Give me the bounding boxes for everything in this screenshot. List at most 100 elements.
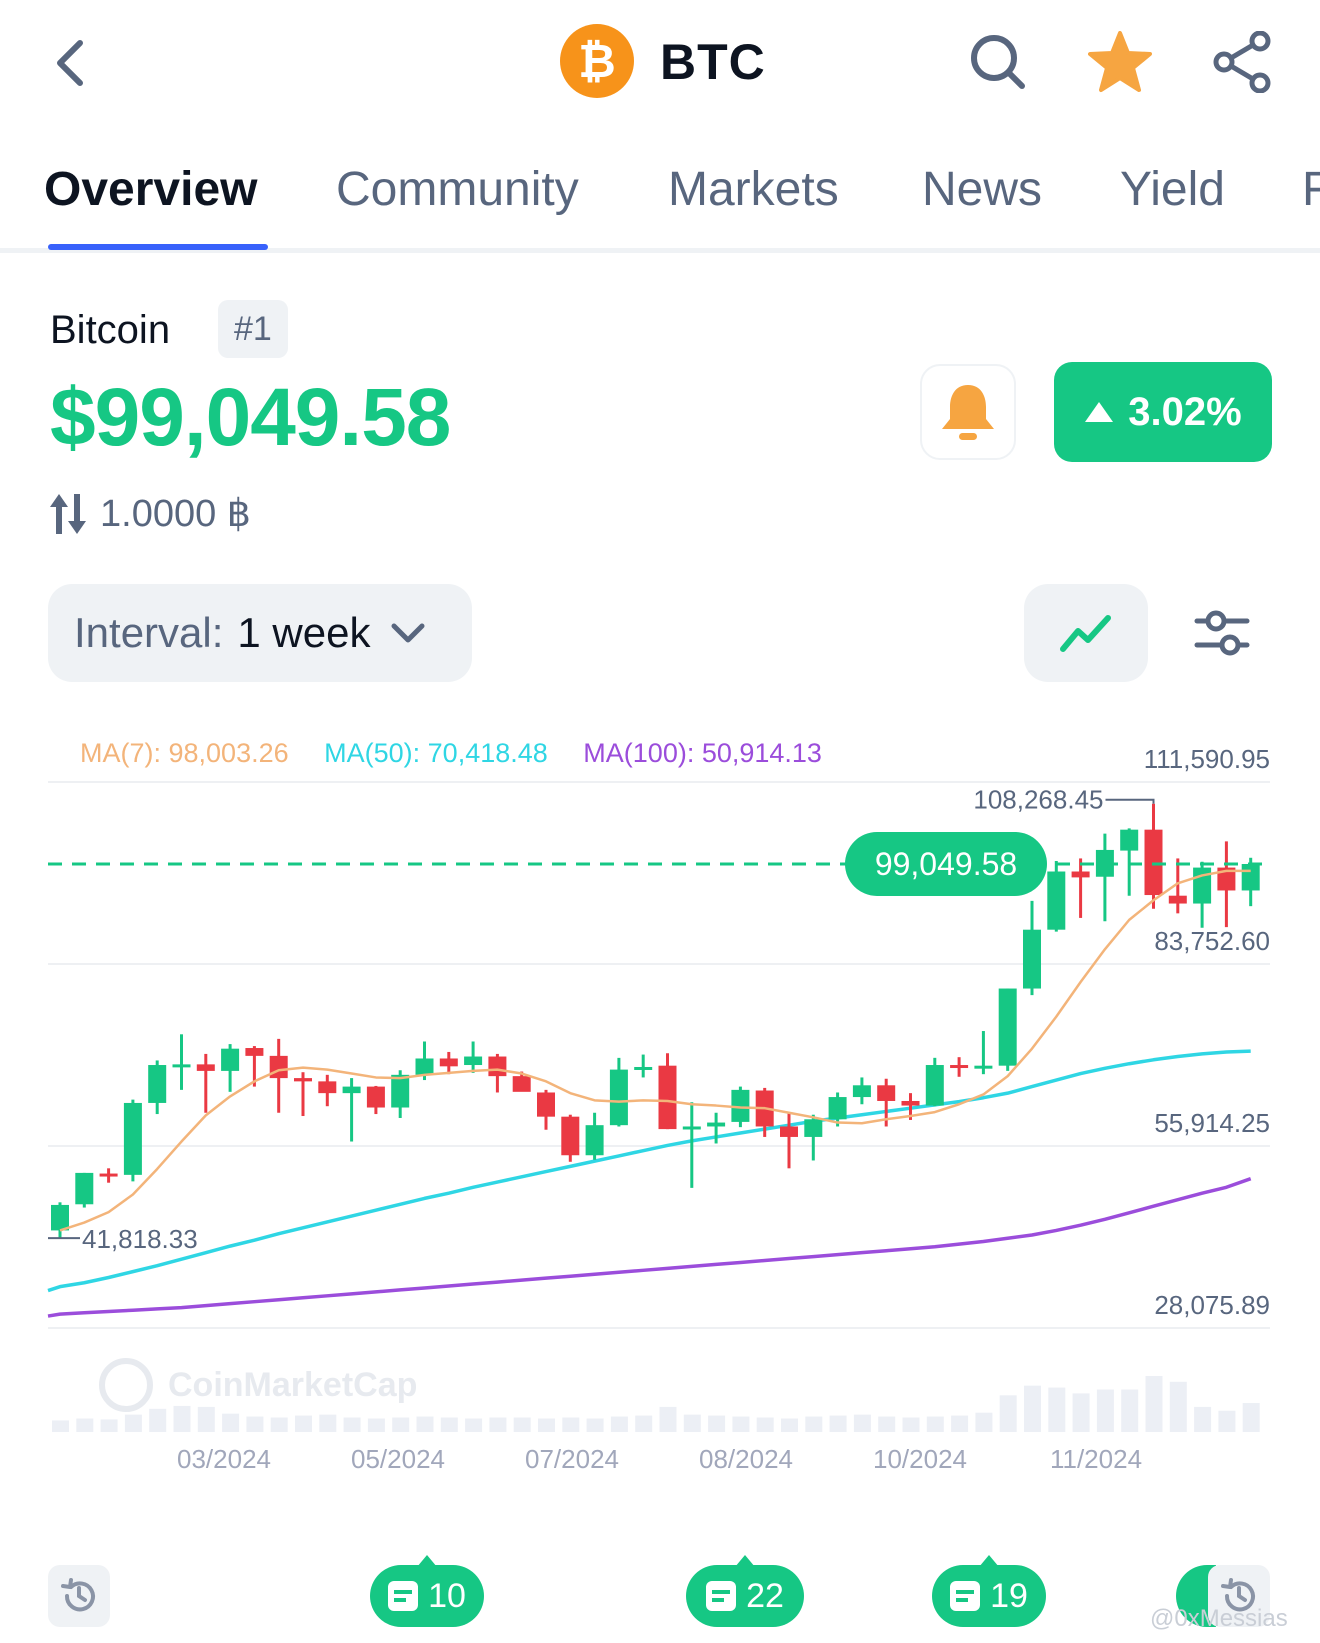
volume-bar <box>1121 1389 1139 1432</box>
candle-up <box>342 1086 361 1094</box>
y-axis-tick-label: 28,075.89 <box>1154 1290 1270 1320</box>
bitcoin-logo: ₿ <box>560 24 634 98</box>
volume-bar <box>829 1415 847 1432</box>
candle-up <box>1023 929 1041 989</box>
candle-up <box>148 1065 167 1103</box>
current-price: $99,049.58 <box>50 372 451 463</box>
candle-up <box>1120 829 1139 851</box>
news-doc-icon <box>950 1581 981 1611</box>
volume-bar <box>319 1414 337 1432</box>
interval-value: 1 week <box>237 609 371 656</box>
tab-overview[interactable]: Overview <box>44 160 257 220</box>
news-doc-icon <box>388 1581 419 1611</box>
volume-bar <box>367 1418 385 1432</box>
candle-up <box>221 1048 240 1071</box>
volume-bar <box>1048 1387 1066 1432</box>
chart-settings-button[interactable] <box>1184 598 1260 668</box>
share-button[interactable] <box>1210 30 1274 94</box>
volume-bar <box>562 1417 580 1432</box>
y-axis-tick-label: 111,590.95 <box>1144 744 1270 774</box>
search-icon <box>971 35 1025 89</box>
volume-bar <box>1242 1403 1260 1432</box>
volume-bar <box>222 1413 240 1432</box>
candle-up <box>974 1065 993 1069</box>
volume-bar <box>635 1415 653 1432</box>
price-chart[interactable]: CoinMarketCap 99,049.58 108,268.45 41,818.… <box>0 740 1320 1540</box>
tab-community[interactable]: Community <box>336 160 579 220</box>
candle-down <box>1144 829 1163 896</box>
candle-up <box>172 1064 191 1068</box>
volume-bar <box>124 1414 142 1432</box>
volume-bar <box>610 1416 628 1432</box>
y-axis-tick-label: 83,752.60 <box>1154 926 1270 956</box>
candle-down <box>269 1055 288 1079</box>
volume-bar <box>586 1418 604 1432</box>
candle-down <box>1071 871 1090 878</box>
news-count-1: 10 <box>428 1576 466 1615</box>
volume-bar <box>1194 1406 1212 1432</box>
x-axis-tick-label: 07/2024 <box>525 1444 619 1474</box>
volume-bar <box>1072 1393 1090 1432</box>
news-marker-2[interactable]: 22 <box>686 1555 804 1627</box>
volume-bar <box>951 1415 969 1432</box>
news-marker-1[interactable]: 10 <box>370 1555 484 1627</box>
candle-down <box>1168 895 1187 904</box>
tab-markets[interactable]: Markets <box>668 160 839 220</box>
candle-up <box>75 1172 94 1205</box>
x-axis-tick-label: 11/2024 <box>1050 1444 1142 1474</box>
volume-bar <box>270 1417 288 1432</box>
tab-truncated[interactable]: F <box>1302 160 1320 220</box>
candle-down <box>658 1065 677 1130</box>
news-count-3: 19 <box>990 1576 1028 1615</box>
watchlist-star-button[interactable] <box>1088 30 1152 94</box>
x-axis-tick-label: 05/2024 <box>351 1444 445 1474</box>
news-marker-3[interactable]: 19 <box>932 1555 1046 1627</box>
x-axis-tick-label: 10/2024 <box>873 1444 967 1474</box>
news-doc-icon <box>706 1581 737 1611</box>
line-chart-icon <box>1060 615 1111 652</box>
volume-bar <box>440 1417 458 1432</box>
btc-conversion-value: 1.0000 ฿ <box>100 493 251 535</box>
chart-type-toggle[interactable] <box>1024 584 1148 682</box>
volume-bar <box>246 1416 264 1432</box>
volume-bar <box>1096 1389 1114 1432</box>
volume-bar <box>416 1416 434 1432</box>
volume-bar <box>683 1414 701 1432</box>
volume-bar <box>756 1417 774 1432</box>
back-button[interactable] <box>40 28 100 98</box>
candle-up <box>682 1126 701 1130</box>
volume-bar <box>708 1415 726 1432</box>
candle-down <box>196 1064 215 1071</box>
tab-yield[interactable]: Yield <box>1120 160 1225 220</box>
candle-up <box>123 1102 142 1175</box>
star-icon <box>1088 31 1152 92</box>
volume-bar <box>732 1416 750 1432</box>
tab-news[interactable]: News <box>922 160 1042 220</box>
candle-up <box>707 1122 726 1127</box>
history-button[interactable] <box>48 1565 110 1627</box>
volume-bar <box>392 1417 410 1432</box>
tab-bar: Overview Community Markets News Yield F <box>0 150 1320 253</box>
news-count-2: 22 <box>746 1576 784 1615</box>
chevron-down-icon <box>391 623 425 643</box>
price-alert-button[interactable] <box>920 364 1016 460</box>
candle-down <box>318 1081 337 1094</box>
candle-up <box>585 1125 604 1156</box>
volume-bar <box>1024 1385 1041 1432</box>
candle-down <box>366 1086 385 1108</box>
candle-down <box>512 1076 531 1092</box>
candle-up <box>804 1119 823 1137</box>
candle-down <box>877 1085 896 1101</box>
volume-bar <box>343 1417 361 1432</box>
interval-dropdown[interactable]: Interval: 1 week <box>48 584 472 682</box>
chart-watermark: CoinMarketCap <box>168 1366 417 1404</box>
volume-bar <box>878 1416 896 1432</box>
volume-bar <box>52 1420 69 1432</box>
search-button[interactable] <box>966 30 1030 94</box>
volume-bar <box>538 1418 555 1432</box>
x-axis-tick-label: 08/2024 <box>699 1444 793 1474</box>
volume-bar <box>197 1406 215 1432</box>
volume-bar <box>76 1418 94 1432</box>
x-axis-tick-label: 03/2024 <box>177 1444 271 1474</box>
back-chevron-icon <box>57 40 83 86</box>
